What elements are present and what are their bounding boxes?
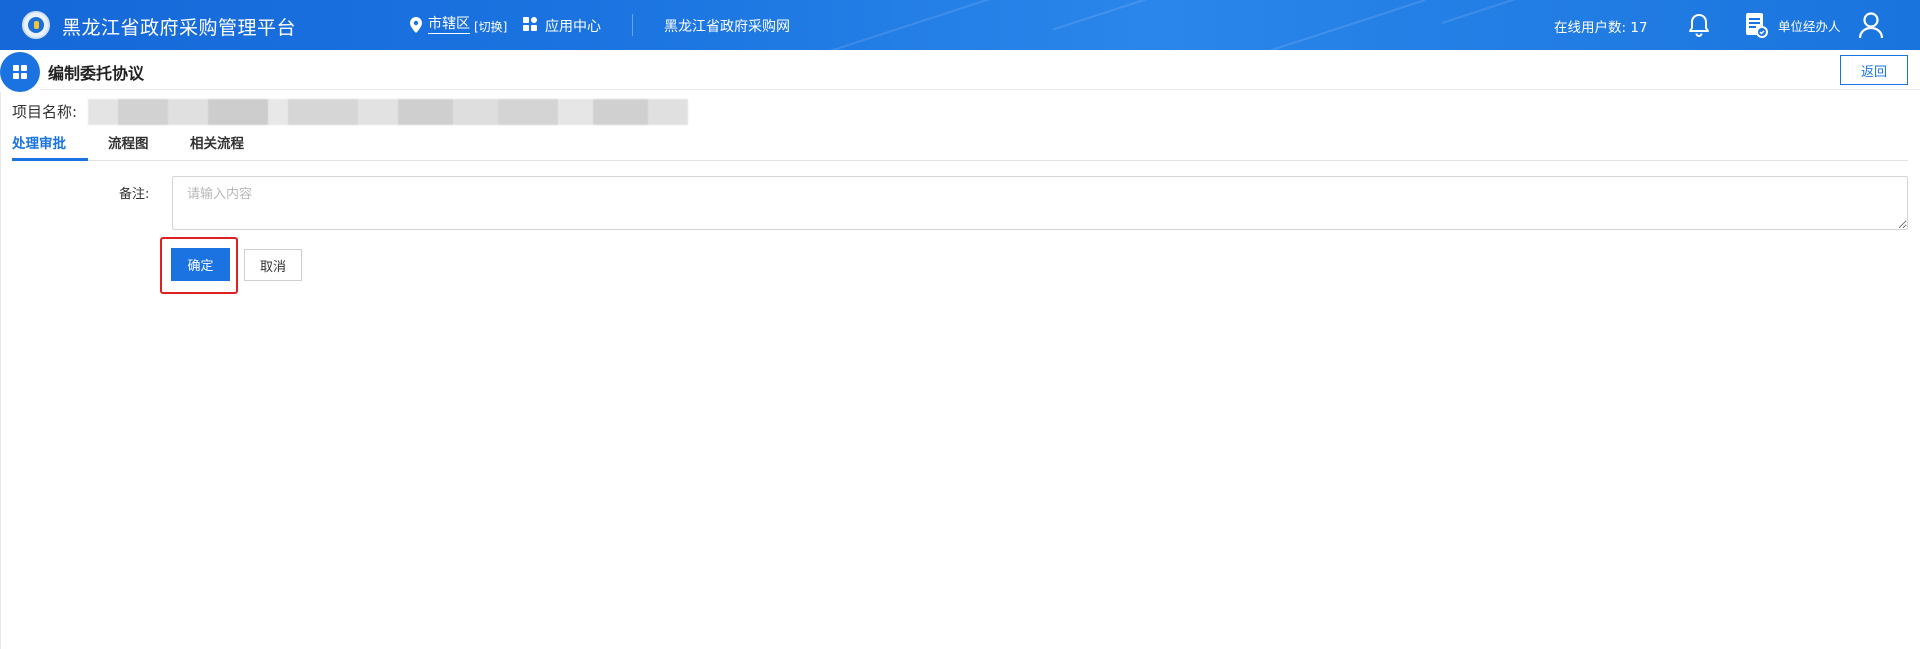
bell-icon[interactable]: [1686, 12, 1712, 38]
confirm-button[interactable]: 确定: [171, 248, 230, 281]
header-divider: [632, 14, 633, 36]
remark-textarea[interactable]: [172, 176, 1908, 230]
header-decoration: [1234, 0, 1426, 50]
header-decoration: [824, 0, 996, 50]
location-name[interactable]: 市辖区: [428, 16, 470, 34]
location-switch-link[interactable]: [切换]: [474, 18, 507, 35]
page-badge-icon: [0, 52, 40, 92]
grid-apps-icon[interactable]: [523, 17, 537, 31]
header-decoration: [1441, 0, 1529, 24]
emblem-logo: [22, 11, 50, 39]
top-header: 黑龙江省政府采购管理平台 市辖区 [切换] 应用中心 黑龙江省政府采购网 在线用…: [0, 0, 1920, 50]
tab-flowchart[interactable]: 流程图: [108, 132, 149, 160]
cancel-button[interactable]: 取消: [244, 249, 302, 281]
document-icon[interactable]: [1744, 12, 1768, 38]
map-pin-icon: [410, 17, 422, 33]
user-icon[interactable]: [1858, 11, 1884, 39]
user-role[interactable]: 单位经办人: [1778, 16, 1841, 35]
left-border: [0, 92, 1, 649]
app-center-link[interactable]: 应用中心: [545, 16, 601, 36]
remark-label: 备注:: [119, 187, 150, 202]
tab-related-flows[interactable]: 相关流程: [190, 132, 244, 160]
online-users-label: 在线用户数:: [1554, 20, 1627, 36]
active-tab-indicator: [12, 158, 88, 161]
page-title: 编制委托协议: [48, 64, 145, 83]
tabs-divider: [12, 160, 1908, 161]
project-name-label: 项目名称:: [12, 103, 78, 121]
back-button[interactable]: 返回: [1840, 55, 1908, 85]
tab-approval[interactable]: 处理审批: [12, 132, 66, 160]
app-title: 黑龙江省政府采购管理平台: [62, 17, 297, 39]
portal-link[interactable]: 黑龙江省政府采购网: [664, 16, 790, 36]
header-decoration: [1052, 0, 1168, 31]
online-users-count: 17: [1630, 20, 1648, 36]
project-name-redacted: [88, 99, 708, 125]
online-users: 在线用户数: 17: [1554, 16, 1648, 36]
title-divider: [40, 89, 1920, 90]
